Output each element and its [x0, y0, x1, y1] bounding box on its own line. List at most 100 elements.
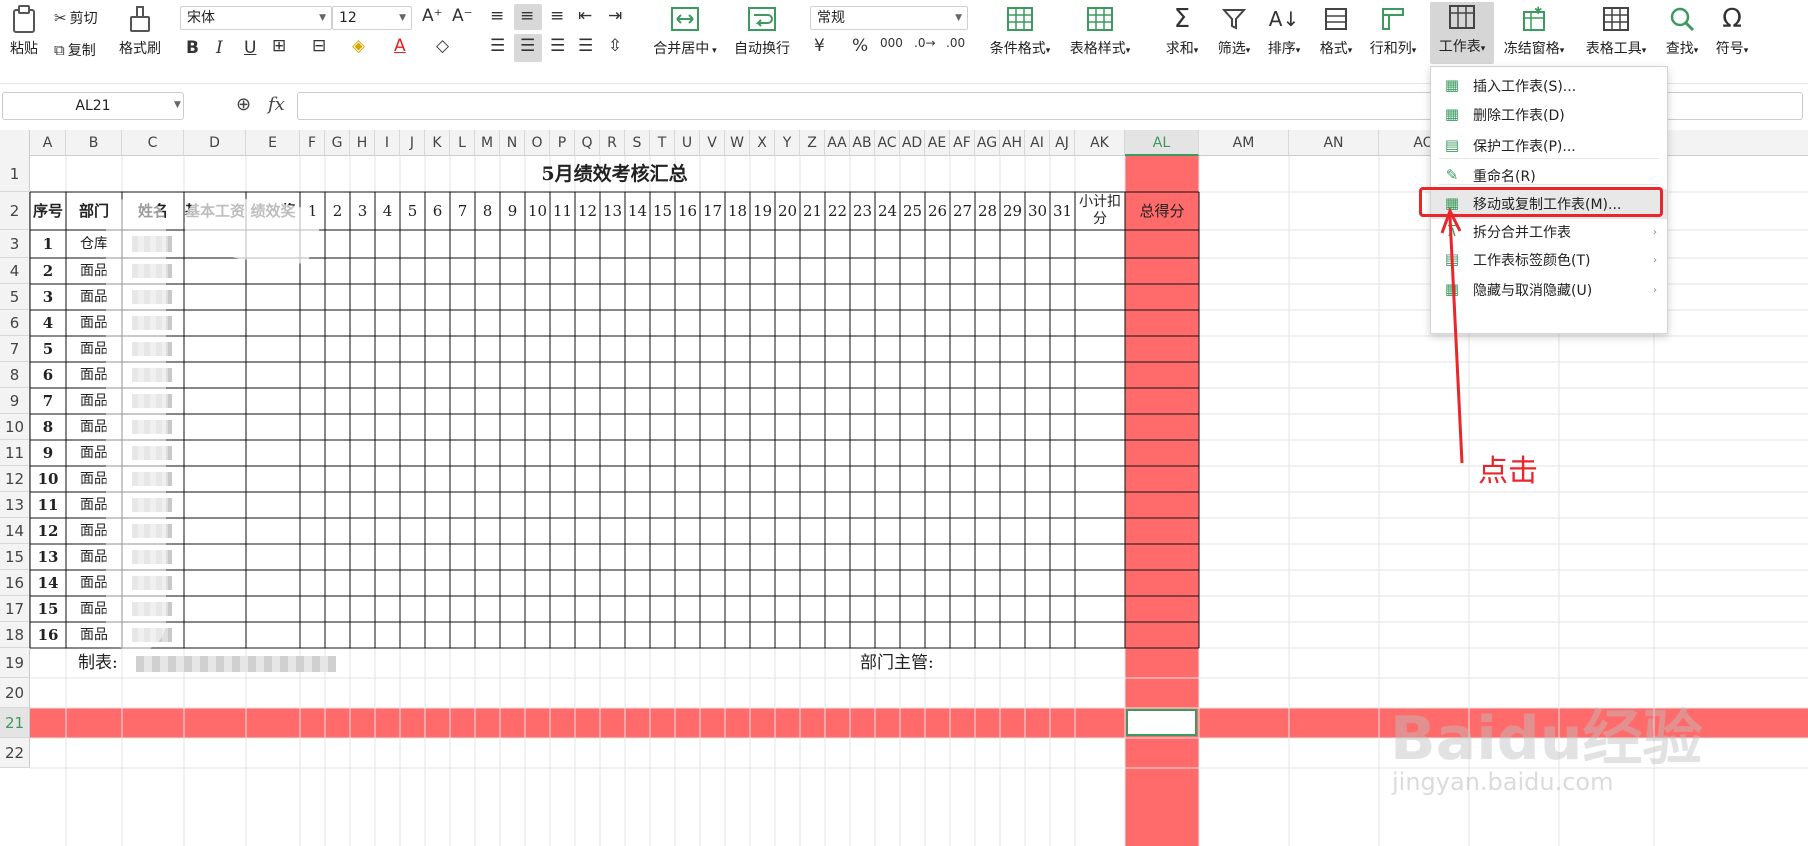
row-seq[interactable]: 6 [30, 362, 66, 388]
indent-decrease-icon[interactable]: ⇤ [578, 6, 592, 26]
header-day-31[interactable]: 31 [1050, 192, 1075, 230]
header-total[interactable]: 总得分 [1125, 192, 1199, 230]
fill-color-icon[interactable]: ◈ [352, 36, 365, 56]
row-seq[interactable]: 1 [30, 230, 66, 258]
paste-button[interactable]: 粘贴 [2, 4, 46, 58]
filter-button[interactable]: 筛选▾ [1212, 4, 1256, 58]
underline-icon[interactable]: U [244, 38, 256, 58]
font-size-select[interactable]: 12 ▼ [332, 6, 412, 30]
fx-icon[interactable]: fx [268, 94, 285, 115]
worksheet-button[interactable]: 工作表▾ [1430, 2, 1494, 64]
decrease-font-icon[interactable]: A⁻ [452, 6, 473, 26]
name-box[interactable]: AL21 [2, 92, 184, 120]
align-right-icon[interactable]: ☰ [550, 36, 565, 56]
header-day-27[interactable]: 27 [950, 192, 975, 230]
header-day-20[interactable]: 20 [775, 192, 800, 230]
find-button[interactable]: 查找▾ [1660, 4, 1704, 58]
header-day-18[interactable]: 18 [725, 192, 750, 230]
sum-button[interactable]: Σ 求和▾ [1162, 4, 1202, 58]
header-day-12[interactable]: 12 [575, 192, 600, 230]
header-day-6[interactable]: 6 [425, 192, 450, 230]
header-day-7[interactable]: 7 [450, 192, 475, 230]
header-day-23[interactable]: 23 [850, 192, 875, 230]
header-day-19[interactable]: 19 [750, 192, 775, 230]
wrap-text-button[interactable]: 自动换行 [730, 4, 794, 58]
align-top-icon[interactable]: ≡ [490, 6, 504, 26]
conditional-format-button[interactable]: 条件格式▾ [986, 4, 1054, 58]
table-style-button[interactable]: 表格样式▾ [1066, 4, 1134, 58]
header-subtotal[interactable]: 小计扣分 [1075, 192, 1125, 230]
header-day-8[interactable]: 8 [475, 192, 500, 230]
cell-style-icon[interactable]: ⊟ [312, 36, 326, 56]
symbol-button[interactable]: Ω 符号▾ [1710, 4, 1754, 58]
header-day-28[interactable]: 28 [975, 192, 1000, 230]
rows-cols-button[interactable]: 行和列▾ [1366, 4, 1420, 58]
header-day-14[interactable]: 14 [625, 192, 650, 230]
header-day-13[interactable]: 13 [600, 192, 625, 230]
header-day-4[interactable]: 4 [375, 192, 400, 230]
format-button[interactable]: 格式▾ [1314, 4, 1358, 58]
distribute-icon[interactable]: ⇳ [608, 36, 622, 56]
row-seq[interactable]: 11 [30, 492, 66, 518]
increase-decimal-icon[interactable]: .0→ [914, 36, 936, 50]
menu-item-insert-sheet[interactable]: ▦ 插入工作表(S)... [1431, 71, 1667, 101]
font-name-select[interactable]: 宋体 ▼ [180, 6, 332, 30]
currency-icon[interactable]: ¥ [814, 36, 825, 56]
zoom-formula-icon[interactable]: ⊕ [236, 94, 251, 115]
decrease-decimal-icon[interactable]: .00 [946, 36, 965, 50]
header-day-5[interactable]: 5 [400, 192, 425, 230]
align-center-button[interactable]: ☰ [514, 34, 542, 62]
sort-button[interactable]: A↓ 排序▾ [1262, 4, 1306, 58]
row-seq[interactable]: 15 [30, 596, 66, 622]
justify-icon[interactable]: ☰ [578, 36, 593, 56]
header-seq[interactable]: 序号 [30, 192, 66, 230]
border-icon[interactable]: ⊞ [272, 36, 286, 56]
menu-item-delete-sheet[interactable]: ▦ 删除工作表(D) [1431, 100, 1667, 130]
row-seq[interactable]: 7 [30, 388, 66, 414]
row-seq[interactable]: 14 [30, 570, 66, 596]
table-tools-button[interactable]: 表格工具▾ [1580, 4, 1652, 58]
row-seq[interactable]: 12 [30, 518, 66, 544]
merge-center-button[interactable]: 合并居中 ▾ [648, 4, 722, 58]
header-day-29[interactable]: 29 [1000, 192, 1025, 230]
header-day-15[interactable]: 15 [650, 192, 675, 230]
italic-icon[interactable]: I [216, 38, 223, 58]
header-day-9[interactable]: 9 [500, 192, 525, 230]
row-seq[interactable]: 3 [30, 284, 66, 310]
header-day-3[interactable]: 3 [350, 192, 375, 230]
thousands-icon[interactable]: 000 [880, 36, 903, 50]
header-day-24[interactable]: 24 [875, 192, 900, 230]
footer-supervisor-label[interactable]: 部门主管: [860, 648, 980, 678]
row-seq[interactable]: 8 [30, 414, 66, 440]
number-format-select[interactable]: 常规 ▼ [810, 6, 968, 30]
row-seq[interactable]: 4 [30, 310, 66, 336]
header-day-25[interactable]: 25 [900, 192, 925, 230]
chevron-down-icon[interactable]: ▼ [174, 100, 181, 110]
bold-icon[interactable]: B [186, 38, 199, 58]
row-seq[interactable]: 2 [30, 258, 66, 284]
align-bottom-icon[interactable]: ≡ [550, 6, 564, 26]
eraser-icon[interactable]: ◇ [436, 36, 449, 56]
cut-button[interactable]: ✂ 剪切 [54, 8, 98, 28]
font-color-icon[interactable]: A [394, 36, 406, 56]
header-day-26[interactable]: 26 [925, 192, 950, 230]
header-day-2[interactable]: 2 [325, 192, 350, 230]
format-painter-button[interactable]: 格式刷 [114, 4, 166, 58]
copy-button[interactable]: ⧉ 复制 [54, 40, 96, 60]
increase-font-icon[interactable]: A⁺ [422, 6, 443, 26]
row-seq[interactable]: 16 [30, 622, 66, 648]
header-day-30[interactable]: 30 [1025, 192, 1050, 230]
header-day-22[interactable]: 22 [825, 192, 850, 230]
header-day-11[interactable]: 11 [550, 192, 575, 230]
indent-increase-icon[interactable]: ⇥ [608, 6, 622, 26]
header-day-17[interactable]: 17 [700, 192, 725, 230]
menu-item-protect-sheet[interactable]: ▤ 保护工作表(P)... [1431, 131, 1667, 161]
align-middle-button[interactable]: ≡ [514, 4, 542, 30]
align-left-icon[interactable]: ☰ [490, 36, 505, 56]
freeze-button[interactable]: ✱ 冻结窗格▾ [1498, 4, 1570, 58]
header-day-16[interactable]: 16 [675, 192, 700, 230]
header-day-21[interactable]: 21 [800, 192, 825, 230]
row-seq[interactable]: 9 [30, 440, 66, 466]
row-seq[interactable]: 13 [30, 544, 66, 570]
header-day-10[interactable]: 10 [525, 192, 550, 230]
